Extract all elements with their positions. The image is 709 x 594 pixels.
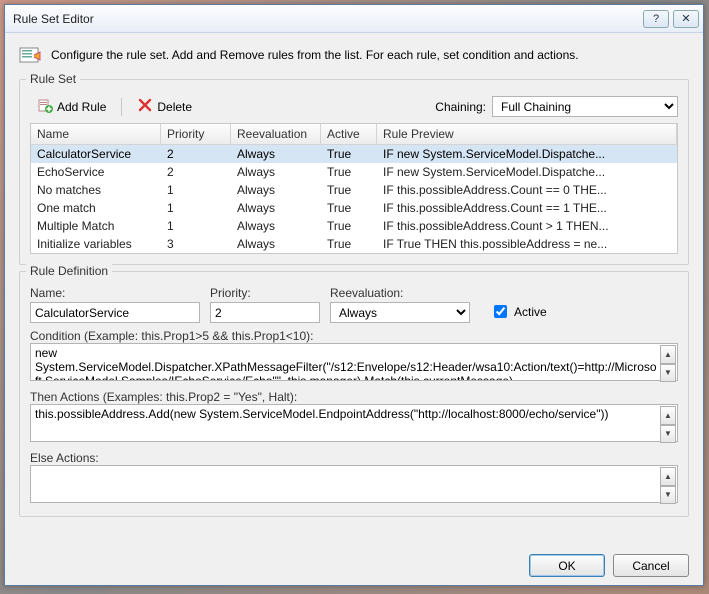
else-textarea[interactable]	[30, 465, 678, 503]
table-row[interactable]: No matches1AlwaysTrueIF this.possibleAdd…	[31, 181, 677, 199]
cell-name: EchoService	[31, 163, 161, 181]
priority-label: Priority:	[210, 286, 320, 300]
cell-name: Initialize variables	[31, 235, 161, 253]
delete-label: Delete	[157, 100, 192, 114]
add-rule-button[interactable]: Add Rule	[30, 94, 113, 119]
col-priority[interactable]: Priority	[161, 124, 231, 145]
cell-reeval: Always	[231, 235, 321, 253]
cell-preview: IF True THEN this.possibleAddress = ne..…	[377, 235, 677, 253]
rules-grid: Name Priority Reevaluation Active Rule P…	[30, 123, 678, 254]
table-row[interactable]: Initialize variables3AlwaysTrueIF True T…	[31, 235, 677, 253]
intro-text: Configure the rule set. Add and Remove r…	[51, 48, 579, 62]
cell-priority: 1	[161, 217, 231, 235]
priority-input[interactable]	[210, 302, 320, 323]
cell-reeval: Always	[231, 163, 321, 181]
window-title: Rule Set Editor	[13, 12, 639, 26]
cell-preview: IF new System.ServiceModel.Dispatche...	[377, 163, 677, 181]
cell-name: CalculatorService	[31, 145, 161, 163]
cancel-button[interactable]: Cancel	[613, 554, 689, 577]
chaining-row: Chaining: Full Chaining	[435, 96, 678, 117]
table-row[interactable]: One match1AlwaysTrueIF this.possibleAddr…	[31, 199, 677, 217]
rule-definition-title: Rule Definition	[26, 264, 112, 278]
table-row[interactable]: EchoService2AlwaysTrueIF new System.Serv…	[31, 163, 677, 181]
ok-button[interactable]: OK	[529, 554, 605, 577]
col-reeval[interactable]: Reevaluation	[231, 124, 321, 145]
cell-priority: 1	[161, 181, 231, 199]
condition-label: Condition (Example: this.Prop1>5 && this…	[30, 329, 678, 343]
cell-name: No matches	[31, 181, 161, 199]
reeval-select[interactable]: Always	[330, 302, 470, 323]
active-label: Active	[514, 305, 547, 319]
cell-active: True	[321, 181, 377, 199]
else-label: Else Actions:	[30, 451, 678, 465]
titlebar: Rule Set Editor ? ✕	[5, 5, 703, 33]
chaining-select[interactable]: Full Chaining	[492, 96, 678, 117]
close-button[interactable]: ✕	[673, 10, 699, 28]
then-label: Then Actions (Examples: this.Prop2 = "Ye…	[30, 390, 678, 404]
else-spinner[interactable]: ▲▼	[660, 467, 676, 504]
cell-preview: IF new System.ServiceModel.Dispatche...	[377, 145, 677, 163]
cell-preview: IF this.possibleAddress.Count == 0 THE..…	[377, 181, 677, 199]
help-button[interactable]: ?	[643, 10, 669, 28]
table-row[interactable]: Multiple Match1AlwaysTrueIF this.possibl…	[31, 217, 677, 235]
then-textarea[interactable]: this.possibleAddress.Add(new System.Serv…	[30, 404, 678, 442]
definition-row: Name: Priority: Reevaluation: Always Act…	[30, 286, 678, 323]
cell-priority: 1	[161, 199, 231, 217]
name-input[interactable]	[30, 302, 200, 323]
cell-priority: 2	[161, 163, 231, 181]
toolbar: Add Rule Delete Chaining: Full Chaining	[30, 94, 678, 119]
delete-icon	[137, 97, 153, 116]
cell-active: True	[321, 163, 377, 181]
cell-reeval: Always	[231, 181, 321, 199]
dialog-footer: OK Cancel	[5, 546, 703, 585]
cell-reeval: Always	[231, 145, 321, 163]
col-preview[interactable]: Rule Preview	[377, 124, 677, 145]
condition-spinner[interactable]: ▲▼	[660, 345, 676, 382]
add-rule-label: Add Rule	[57, 100, 106, 114]
name-label: Name:	[30, 286, 200, 300]
rule-definition-group: Rule Definition Name: Priority: Reevalua…	[19, 271, 689, 517]
col-name[interactable]: Name	[31, 124, 161, 145]
condition-textarea[interactable]: new System.ServiceModel.Dispatcher.XPath…	[30, 343, 678, 381]
cell-active: True	[321, 199, 377, 217]
content-area: Configure the rule set. Add and Remove r…	[5, 33, 703, 546]
cell-priority: 2	[161, 145, 231, 163]
grid-header: Name Priority Reevaluation Active Rule P…	[31, 124, 677, 145]
cell-priority: 3	[161, 235, 231, 253]
col-active[interactable]: Active	[321, 124, 377, 145]
cell-preview: IF this.possibleAddress.Count == 1 THE..…	[377, 199, 677, 217]
grid-body: CalculatorService2AlwaysTrueIF new Syste…	[31, 145, 677, 253]
intro-row: Configure the rule set. Add and Remove r…	[19, 41, 689, 73]
ruleset-icon	[19, 43, 43, 67]
table-row[interactable]: CalculatorService2AlwaysTrueIF new Syste…	[31, 145, 677, 163]
cell-preview: IF this.possibleAddress.Count > 1 THEN..…	[377, 217, 677, 235]
reeval-label: Reevaluation:	[330, 286, 480, 300]
cell-name: Multiple Match	[31, 217, 161, 235]
add-rule-icon	[37, 97, 53, 116]
toolbar-separator	[121, 98, 122, 116]
cell-active: True	[321, 217, 377, 235]
cell-active: True	[321, 235, 377, 253]
ruleset-group-title: Rule Set	[26, 72, 80, 86]
cell-name: One match	[31, 199, 161, 217]
dialog-window: Rule Set Editor ? ✕ Configure the rule s…	[4, 4, 704, 586]
cell-active: True	[321, 145, 377, 163]
cell-reeval: Always	[231, 217, 321, 235]
then-spinner[interactable]: ▲▼	[660, 406, 676, 443]
cell-reeval: Always	[231, 199, 321, 217]
active-checkbox[interactable]	[494, 305, 507, 318]
chaining-label: Chaining:	[435, 100, 486, 114]
ruleset-group: Rule Set Add Rule Delete Chaining: Full …	[19, 79, 689, 265]
delete-button[interactable]: Delete	[130, 94, 199, 119]
